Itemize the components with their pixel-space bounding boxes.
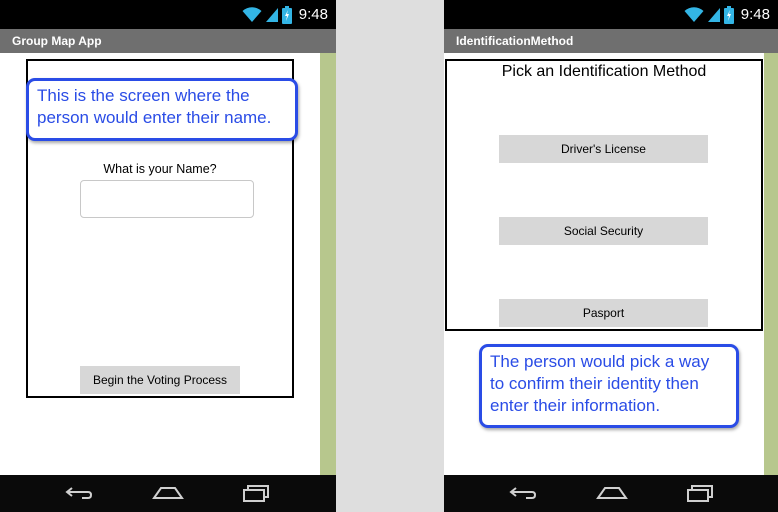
callout-id-method: The person would pick a way to confirm t… <box>479 344 739 428</box>
id-method-heading: Pick an Identification Method <box>501 63 707 80</box>
title-bar: Group Map App <box>0 29 336 53</box>
name-input[interactable] <box>80 180 254 218</box>
recents-icon[interactable] <box>242 483 270 503</box>
status-bar: 9:48 <box>0 0 336 29</box>
status-bar: 9:48 <box>444 0 778 29</box>
signal-icon <box>265 7 278 22</box>
side-strip <box>320 53 336 475</box>
divider-panel <box>336 0 444 512</box>
phone-screen-right: 9:48 IdentificationMethod Pick an Identi… <box>444 0 778 512</box>
title-bar: IdentificationMethod <box>444 29 778 53</box>
name-prompt-label: What is your Name? <box>103 162 217 176</box>
id-method-screen-frame <box>445 59 763 331</box>
app-title: Group Map App <box>12 34 102 48</box>
status-time: 9:48 <box>740 6 770 23</box>
passport-button[interactable]: Pasport <box>499 299 708 327</box>
battery-icon <box>281 5 292 24</box>
nav-bar <box>444 475 778 512</box>
drivers-license-button[interactable]: Driver's License <box>499 135 708 163</box>
signal-icon <box>707 7 720 22</box>
back-icon[interactable] <box>508 483 538 503</box>
home-icon[interactable] <box>596 483 628 503</box>
nav-bar <box>0 475 336 512</box>
app-title: IdentificationMethod <box>456 34 574 48</box>
recents-icon[interactable] <box>686 483 714 503</box>
status-time: 9:48 <box>298 6 328 23</box>
status-icons: 9:48 <box>242 0 336 29</box>
status-icons: 9:48 <box>684 0 778 29</box>
phone-screen-left: 9:48 Group Map App This is the screen wh… <box>0 0 336 512</box>
begin-voting-button[interactable]: Begin the Voting Process <box>80 366 240 394</box>
wifi-icon <box>242 6 262 22</box>
wifi-icon <box>684 6 704 22</box>
side-strip <box>764 53 778 475</box>
callout-name-screen: This is the screen where the person woul… <box>26 78 298 141</box>
back-icon[interactable] <box>64 483 94 503</box>
social-security-button[interactable]: Social Security <box>499 217 708 245</box>
battery-icon <box>723 5 734 24</box>
home-icon[interactable] <box>152 483 184 503</box>
